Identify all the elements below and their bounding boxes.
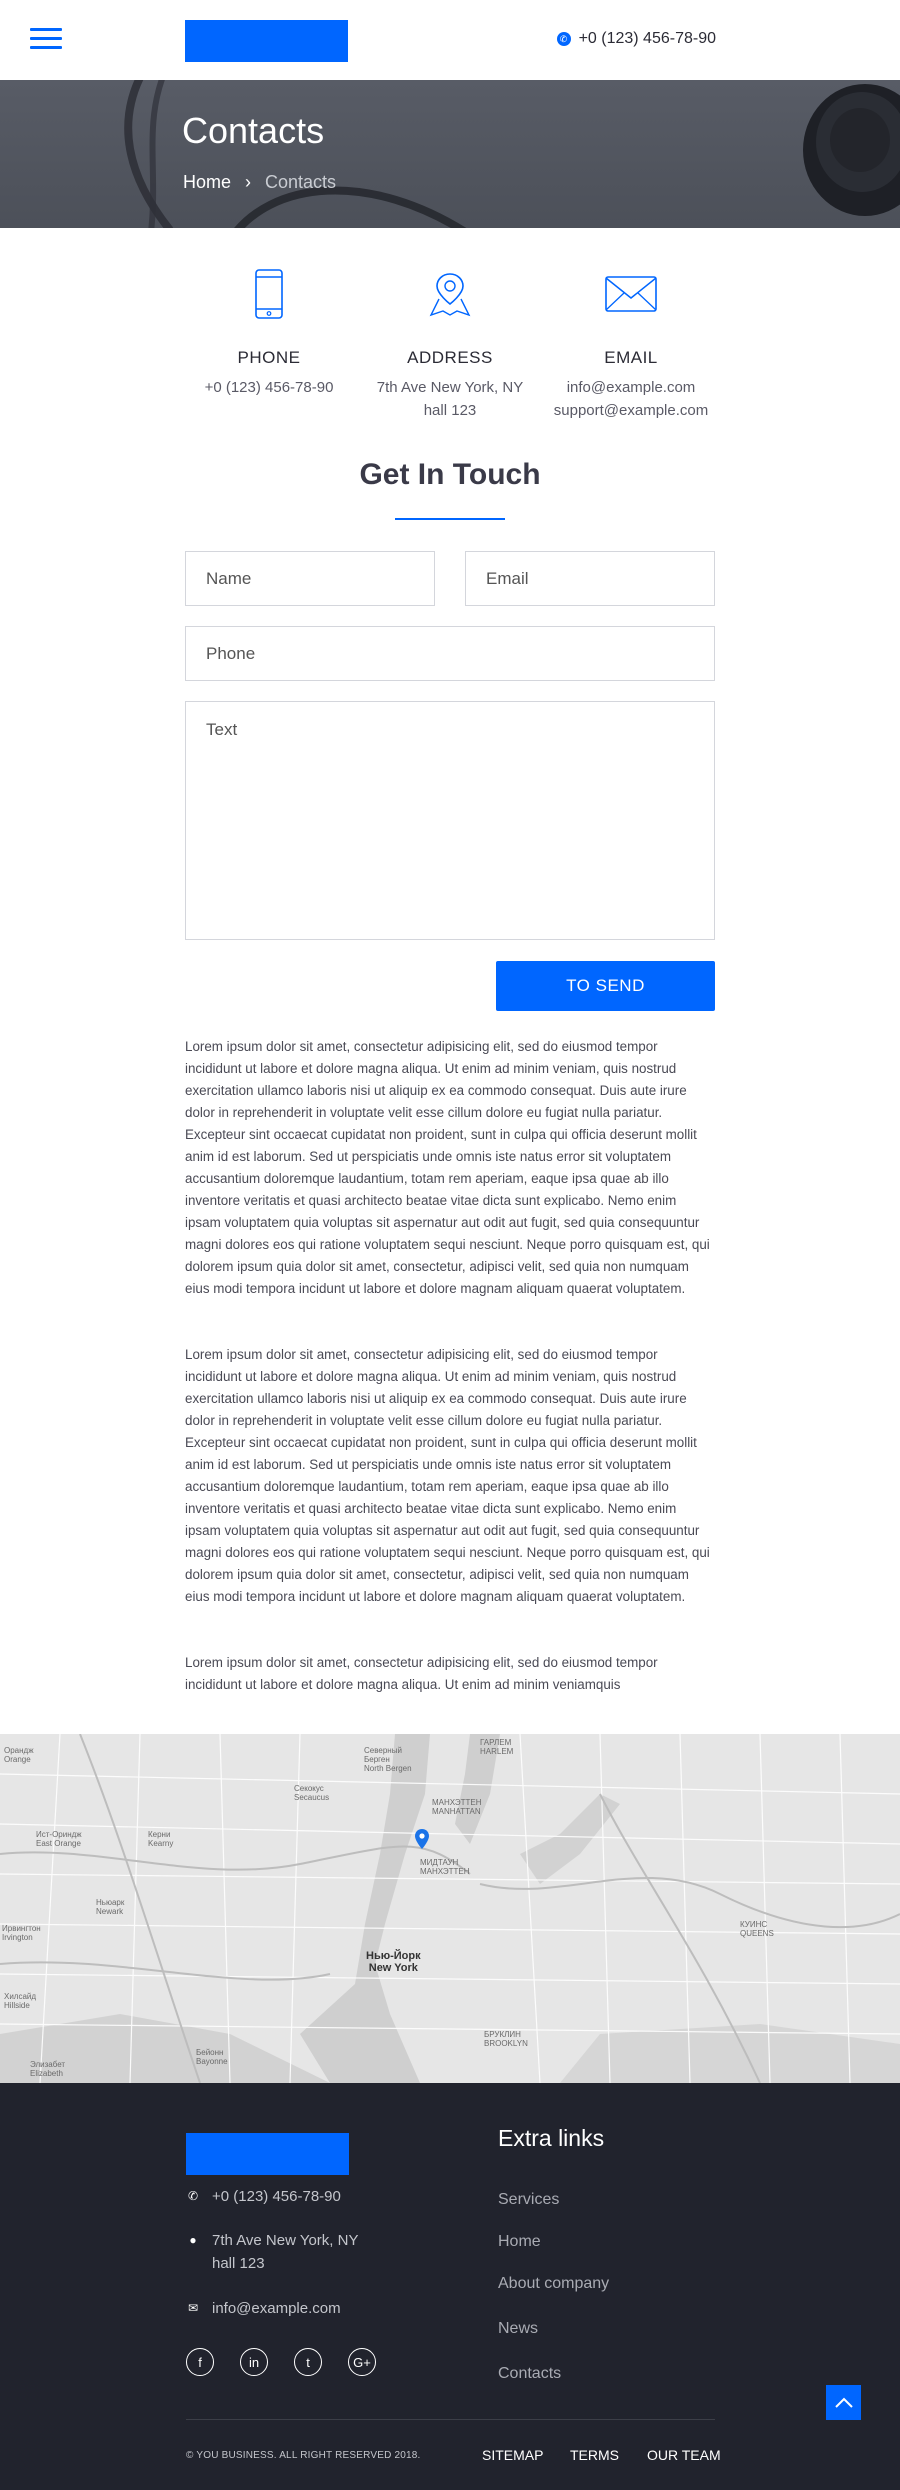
- scroll-to-top-button[interactable]: [826, 2385, 861, 2420]
- map-label-harlem: ГАРЛЕМ HARLEM: [480, 1738, 514, 1756]
- map-label-orange: Орандж Orange: [4, 1746, 34, 1764]
- text-textarea[interactable]: [185, 701, 715, 940]
- send-button[interactable]: TO SEND: [496, 961, 715, 1011]
- map-label-manhattan: МАНХЭТТЕН MANHATTAN: [432, 1798, 482, 1816]
- phone-icon: ✆: [187, 2189, 199, 2203]
- map-label-bayonne: Бейонн Bayonne: [196, 2048, 228, 2066]
- page-hero: Contacts Home › Contacts: [0, 80, 900, 228]
- footer-email[interactable]: ✉ info@example.com: [186, 2297, 341, 2320]
- map-label-north-bergen: Северный Берген North Bergen: [364, 1746, 412, 1773]
- social-links: f in t G+: [186, 2348, 376, 2376]
- footer-link-contacts[interactable]: Contacts: [498, 2365, 561, 2383]
- map-label-queens: КУИНС QUEENS: [740, 1920, 774, 1938]
- linkedin-icon[interactable]: in: [240, 2348, 268, 2376]
- map-label-elizabeth: Элизабет Elizabeth: [30, 2060, 66, 2078]
- footer-link-home[interactable]: Home: [498, 2233, 541, 2251]
- contact-email-line2[interactable]: support@example.com: [531, 399, 731, 422]
- contact-email: EMAIL info@example.com support@example.c…: [531, 268, 731, 422]
- footer-email-address: info@example.com: [212, 2300, 341, 2317]
- site-logo[interactable]: [185, 20, 348, 62]
- footer-link-news[interactable]: News: [498, 2320, 538, 2338]
- body-paragraph-2: Lorem ipsum dolor sit amet, consectetur …: [185, 1347, 710, 1604]
- header-phone[interactable]: ✆ +0 (123) 456-78-90: [556, 30, 716, 48]
- breadcrumb: Home › Contacts: [183, 172, 336, 193]
- footer-logo[interactable]: [186, 2133, 349, 2175]
- map-label-new-york: Нью-Йорк New York: [366, 1950, 421, 1974]
- body-paragraph-3: Lorem ipsum dolor sit amet, consectetur …: [185, 1655, 658, 1692]
- footer-link-about[interactable]: About company: [498, 2275, 609, 2293]
- map-location-icon: [350, 268, 550, 320]
- contact-address-line2: hall 123: [423, 402, 477, 419]
- contact-phone-value[interactable]: +0 (123) 456-78-90: [169, 376, 369, 399]
- map-roads: [0, 1734, 900, 2083]
- map-pin-icon[interactable]: [414, 1828, 430, 1850]
- site-header: ✆ +0 (123) 456-78-90: [0, 0, 900, 80]
- map-label-hillside: Хилсайд Hillside: [4, 1992, 37, 2010]
- facebook-icon[interactable]: f: [186, 2348, 214, 2376]
- name-input[interactable]: [185, 551, 435, 606]
- map-label-irvington: Ирвингтон Irvington: [2, 1924, 41, 1942]
- envelope-icon: [531, 268, 731, 320]
- smartphone-icon: [169, 268, 369, 320]
- footer-divider: [186, 2419, 715, 2420]
- map-label-kearny: Керни Kearny: [148, 1830, 174, 1848]
- phone-handset-decoration: [803, 84, 900, 216]
- footer-address: ● 7th Ave New York, NY hall 123: [186, 2229, 358, 2275]
- phone-input[interactable]: [185, 626, 715, 681]
- contact-address-title: ADDRESS: [407, 348, 493, 367]
- body-paragraph-1: Lorem ipsum dolor sit amet, consectetur …: [185, 1039, 710, 1296]
- contact-phone-title: PHONE: [237, 348, 301, 367]
- contact-phone: PHONE +0 (123) 456-78-90: [169, 268, 369, 399]
- extra-links-title: Extra links: [498, 2125, 605, 2151]
- chevron-up-icon: [834, 2397, 853, 2408]
- map-label-east-orange: Ист-Ориндж East Orange: [36, 1830, 82, 1848]
- contact-email-line1[interactable]: info@example.com: [531, 376, 731, 399]
- menu-burger-icon[interactable]: [30, 28, 62, 50]
- location-pin-icon: ●: [189, 2233, 197, 2247]
- google-plus-icon[interactable]: G+: [348, 2348, 376, 2376]
- location-map[interactable]: Орандж Orange Ист-Ориндж East Orange Кер…: [0, 1734, 900, 2083]
- mail-icon: ✉: [187, 2301, 199, 2315]
- footer-phone-number: +0 (123) 456-78-90: [212, 2188, 341, 2205]
- form-title: Get In Touch: [359, 458, 541, 491]
- map-label-brooklyn: БРУКЛИН BROOKLYN: [484, 2030, 528, 2048]
- email-input[interactable]: [465, 551, 715, 606]
- contact-address-line1: 7th Ave New York, NY: [376, 379, 524, 396]
- title-underline: [395, 518, 505, 520]
- footer-sitemap-link[interactable]: SITEMAP: [482, 2447, 543, 2463]
- header-phone-number: +0 (123) 456-78-90: [578, 30, 716, 47]
- map-label-midtown: МИДТАУН МАНХЭТТЕН: [420, 1858, 470, 1876]
- twitter-icon[interactable]: t: [294, 2348, 322, 2376]
- footer-team-link[interactable]: OUR TEAM: [647, 2447, 721, 2463]
- footer-link-services[interactable]: Services: [498, 2191, 559, 2209]
- map-label-newark: Ньюарк Newark: [96, 1898, 125, 1916]
- copyright: © YOU BUSINESS. ALL RIGHT RESERVED 2018.: [186, 2450, 421, 2461]
- page-title: Contacts: [182, 110, 325, 151]
- phone-cable-decoration: [124, 80, 467, 228]
- footer-address-line1: 7th Ave New York, NY: [212, 2232, 359, 2249]
- footer-terms-link[interactable]: TERMS: [570, 2447, 619, 2463]
- contact-email-title: EMAIL: [604, 348, 658, 367]
- footer-phone[interactable]: ✆ +0 (123) 456-78-90: [186, 2185, 341, 2208]
- breadcrumb-current: Contacts: [265, 172, 337, 192]
- phone-icon: ✆: [556, 32, 571, 46]
- contact-address: ADDRESS 7th Ave New York, NY hall 123: [350, 268, 550, 422]
- map-label-secaucus: Секокус Secaucus: [294, 1784, 330, 1802]
- breadcrumb-home[interactable]: Home: [183, 172, 231, 193]
- footer-address-line2: hall 123: [212, 2255, 265, 2272]
- breadcrumb-chevron-icon: ›: [245, 172, 252, 192]
- site-footer: ✆ +0 (123) 456-78-90 ● 7th Ave New York,…: [0, 2083, 900, 2490]
